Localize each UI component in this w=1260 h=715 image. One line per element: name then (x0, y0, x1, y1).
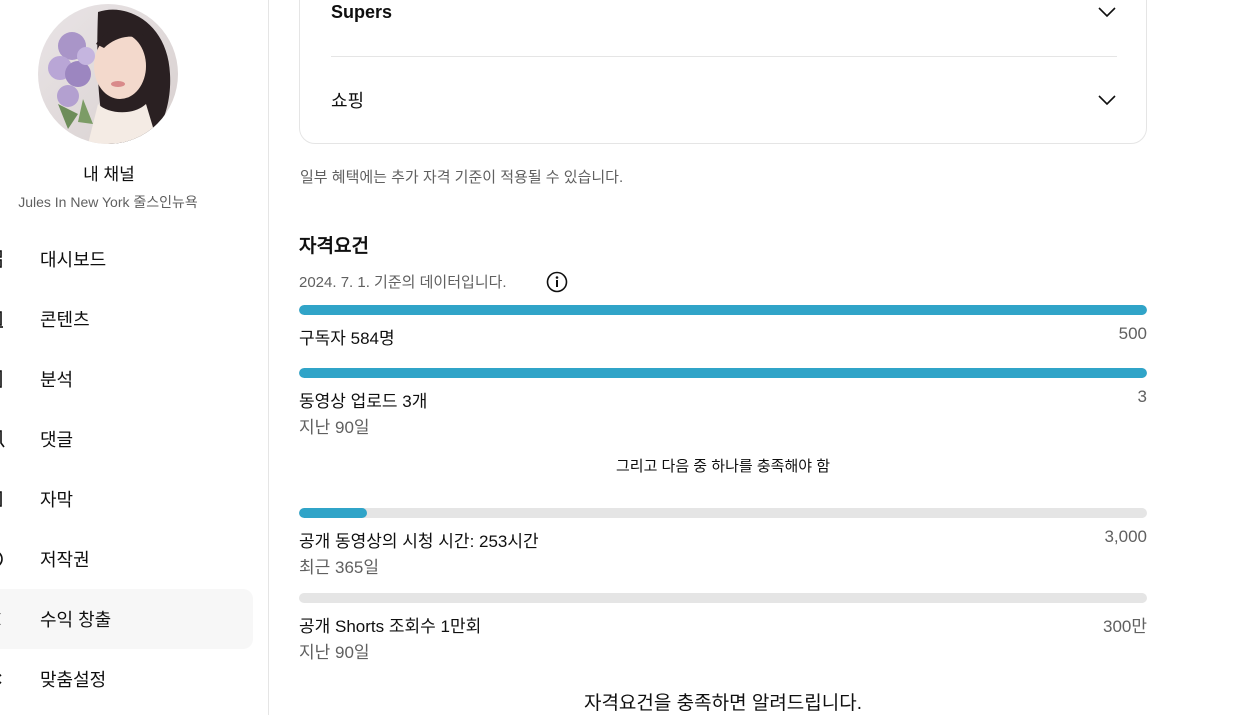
analytics-icon (0, 370, 2, 388)
sidebar-item-label: 맞춤설정 (40, 670, 107, 690)
sidebar-item-label: 수익 창출 (40, 610, 112, 630)
sidebar-item-content[interactable]: 콘텐츠 (0, 289, 253, 349)
copyright-icon (0, 552, 3, 566)
progress-bar (299, 508, 1147, 518)
sidebar: 내 채널 Jules In New York 줄스인뉴욕 대시보드 콘텐츠 분석… (0, 0, 269, 715)
requirement-label: 동영상 업로드 3개 (299, 392, 428, 411)
channel-title: 내 채널 (83, 165, 135, 184)
benefit-shopping-row[interactable]: 쇼핑 (331, 85, 1117, 115)
sidebar-item-label: 저작권 (40, 550, 90, 570)
requirement-period: 최근 365일 (299, 558, 380, 577)
dashboard-icon (0, 250, 2, 268)
sidebar-item-label: 대시보드 (40, 250, 107, 270)
sidebar-item-label: 콘텐츠 (40, 310, 90, 330)
sidebar-item-customization[interactable]: 맞춤설정 (0, 649, 253, 709)
benefit-label: Supers (331, 1, 393, 22)
requirement-period: 지난 90일 (299, 643, 370, 662)
channel-name: Jules In New York 줄스인뉴욕 (18, 194, 198, 210)
benefit-supers-row[interactable]: Supers (331, 0, 1117, 27)
progress-fill (299, 508, 367, 518)
requirement-uploads: 동영상 업로드 3개 3 지난 90일 (299, 368, 1147, 438)
progress-bar (299, 305, 1147, 315)
avatar-image (38, 4, 178, 144)
progress-fill (299, 305, 1147, 315)
progress-bar (299, 593, 1147, 603)
benefit-label: 쇼핑 (331, 91, 365, 111)
requirement-target: 3 (1137, 387, 1147, 406)
info-icon[interactable] (546, 271, 568, 293)
sidebar-item-subtitles[interactable]: 자막 (0, 469, 253, 529)
progress-fill (299, 368, 1147, 378)
notify-text: 자격요건을 충족하면 알려드립니다. (583, 693, 863, 714)
sidebar-item-monetization[interactable]: 수익 창출 (0, 589, 253, 649)
sidebar-nav: 대시보드 콘텐츠 분석 댓글 자막 저작권 수익 창출 맞춤설정 (0, 229, 269, 709)
customization-icon (0, 673, 2, 685)
requirement-shorts-views: 공개 Shorts 조회수 1만회 300만 지난 90일 (299, 593, 1147, 663)
eligibility-title: 자격요건 (299, 236, 369, 257)
requirement-label: 구독자 584명 (299, 329, 395, 348)
divider (331, 56, 1117, 57)
requirement-period: 지난 90일 (299, 418, 370, 437)
benefits-card: Supers 쇼핑 (299, 0, 1147, 144)
sidebar-item-copyright[interactable]: 저작권 (0, 529, 253, 589)
main-content: Supers 쇼핑 일부 혜택에는 추가 자격 기준이 적용될 수 있습니다. … (270, 0, 1260, 715)
sidebar-item-comments[interactable]: 댓글 (0, 409, 253, 469)
chevron-down-icon (1098, 7, 1116, 18)
requirement-target: 300만 (1102, 617, 1147, 636)
requirement-subscribers: 구독자 584명 500 (299, 305, 1147, 349)
sidebar-item-label: 분석 (40, 370, 74, 390)
monetization-icon (0, 613, 1, 625)
requirement-label: 공개 Shorts 조회수 1만회 (299, 617, 482, 636)
benefits-note: 일부 혜택에는 추가 자격 기준이 적용될 수 있습니다. (300, 169, 624, 186)
channel-avatar[interactable] (38, 4, 178, 144)
and-condition-text: 그리고 다음 중 하나를 충족해야 함 (615, 458, 831, 475)
requirement-label: 공개 동영상의 시청 시간: 253시간 (299, 532, 539, 551)
requirement-target: 500 (1118, 324, 1147, 343)
requirement-target: 3,000 (1104, 527, 1147, 546)
chevron-down-icon (1098, 95, 1116, 106)
sidebar-item-dashboard[interactable]: 대시보드 (0, 229, 253, 289)
comments-icon (0, 430, 5, 448)
content-icon (0, 311, 3, 328)
requirement-watch-hours: 공개 동영상의 시청 시간: 253시간 3,000 최근 365일 (299, 508, 1147, 578)
subtitles-icon (0, 491, 2, 507)
data-date-text: 2024. 7. 1. 기준의 데이터입니다. (299, 274, 507, 291)
sidebar-item-analytics[interactable]: 분석 (0, 349, 253, 409)
sidebar-item-label: 자막 (40, 490, 74, 510)
sidebar-item-label: 댓글 (40, 430, 74, 450)
progress-bar (299, 368, 1147, 378)
app-root: 내 채널 Jules In New York 줄스인뉴욕 대시보드 콘텐츠 분석… (0, 0, 1260, 715)
